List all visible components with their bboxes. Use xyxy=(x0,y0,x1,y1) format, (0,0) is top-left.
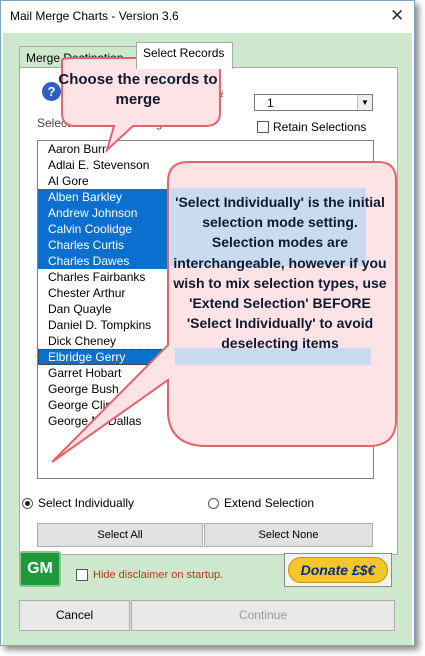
list-item[interactable]: George Bush xyxy=(38,381,373,397)
extend-selection-label: Extend Selection xyxy=(224,496,315,510)
help-icon[interactable]: ? xyxy=(42,82,61,101)
list-item[interactable]: Garret Hobart xyxy=(38,365,373,381)
list-item[interactable]: George M. Dallas xyxy=(38,413,373,429)
list-item[interactable]: Adlai E. Stevenson xyxy=(38,157,373,173)
list-item[interactable]: Al Gore xyxy=(38,173,373,189)
select-individually-label: Select Individually xyxy=(38,496,135,510)
select-all-button[interactable]: Select All xyxy=(37,523,203,547)
list-item[interactable]: Dick Cheney xyxy=(38,333,373,349)
retain-selections-checkbox[interactable]: Retain Selections xyxy=(257,120,366,134)
retain-selections-box[interactable] xyxy=(257,121,269,133)
hide-disclaimer-label: Hide disclaimer on startup. xyxy=(93,569,224,581)
retain-selections-label: Retain Selections xyxy=(273,120,367,134)
list-item[interactable]: Elbridge Gerry xyxy=(38,349,373,365)
select-individually-option[interactable]: Select Individually xyxy=(22,496,134,510)
select-individually-radio[interactable] xyxy=(22,497,33,509)
list-item[interactable]: Andrew Johnson xyxy=(38,205,373,221)
gm-logo-button[interactable]: GM xyxy=(19,551,61,587)
select-records-page: ? Display Worksheet Column # 1 ▼ Select … xyxy=(19,67,398,555)
window-title: Mail Merge Charts - Version 3.6 xyxy=(10,9,179,23)
list-item[interactable]: Charles Curtis xyxy=(38,237,373,253)
cancel-button[interactable]: Cancel xyxy=(19,600,130,631)
display-column-value: 1 xyxy=(267,96,274,110)
list-item[interactable]: Alben Barkley xyxy=(38,189,373,205)
donate-button[interactable]: Donate £$€ xyxy=(284,553,392,587)
title-bar: Mail Merge Charts - Version 3.6 ✕ xyxy=(1,1,414,33)
list-item[interactable]: George Clinton xyxy=(38,397,373,413)
chevron-down-icon[interactable]: ▼ xyxy=(357,95,372,110)
select-none-button[interactable]: Select None xyxy=(204,523,373,547)
dialog-window: Mail Merge Charts - Version 3.6 ✕ Merge … xyxy=(0,0,415,646)
display-column-label: Display Worksheet Column # xyxy=(69,88,224,102)
select-records-label: Select Records to Merge xyxy=(37,116,170,130)
extend-selection-radio[interactable] xyxy=(208,497,219,509)
list-item[interactable]: Aaron Burr xyxy=(38,141,373,157)
tab-merge-destination[interactable]: Merge Destination xyxy=(19,46,139,68)
list-item[interactable]: Charles Fairbanks xyxy=(38,269,373,285)
continue-button[interactable]: Continue xyxy=(131,600,395,631)
list-item[interactable]: Calvin Coolidge xyxy=(38,221,373,237)
tab-select-records[interactable]: Select Records xyxy=(136,42,233,69)
hide-disclaimer-checkbox[interactable]: Hide disclaimer on startup. xyxy=(76,569,223,581)
donate-label: Donate £$€ xyxy=(288,557,388,583)
hide-disclaimer-box[interactable] xyxy=(76,569,88,581)
list-item[interactable]: Daniel D. Tompkins xyxy=(38,317,373,333)
records-listbox[interactable]: Aaron Burr Adlai E. Stevenson Al Gore Alben… xyxy=(37,140,374,479)
list-item[interactable]: Chester Arthur xyxy=(38,285,373,301)
extend-selection-option[interactable]: Extend Selection xyxy=(208,496,314,510)
display-column-select[interactable]: 1 ▼ xyxy=(254,94,373,111)
dialog-body: Merge Destination Select Records ? Displ… xyxy=(3,33,412,645)
close-icon[interactable]: ✕ xyxy=(390,6,404,26)
list-item[interactable]: Charles Dawes xyxy=(38,253,373,269)
list-item[interactable]: Dan Quayle xyxy=(38,301,373,317)
